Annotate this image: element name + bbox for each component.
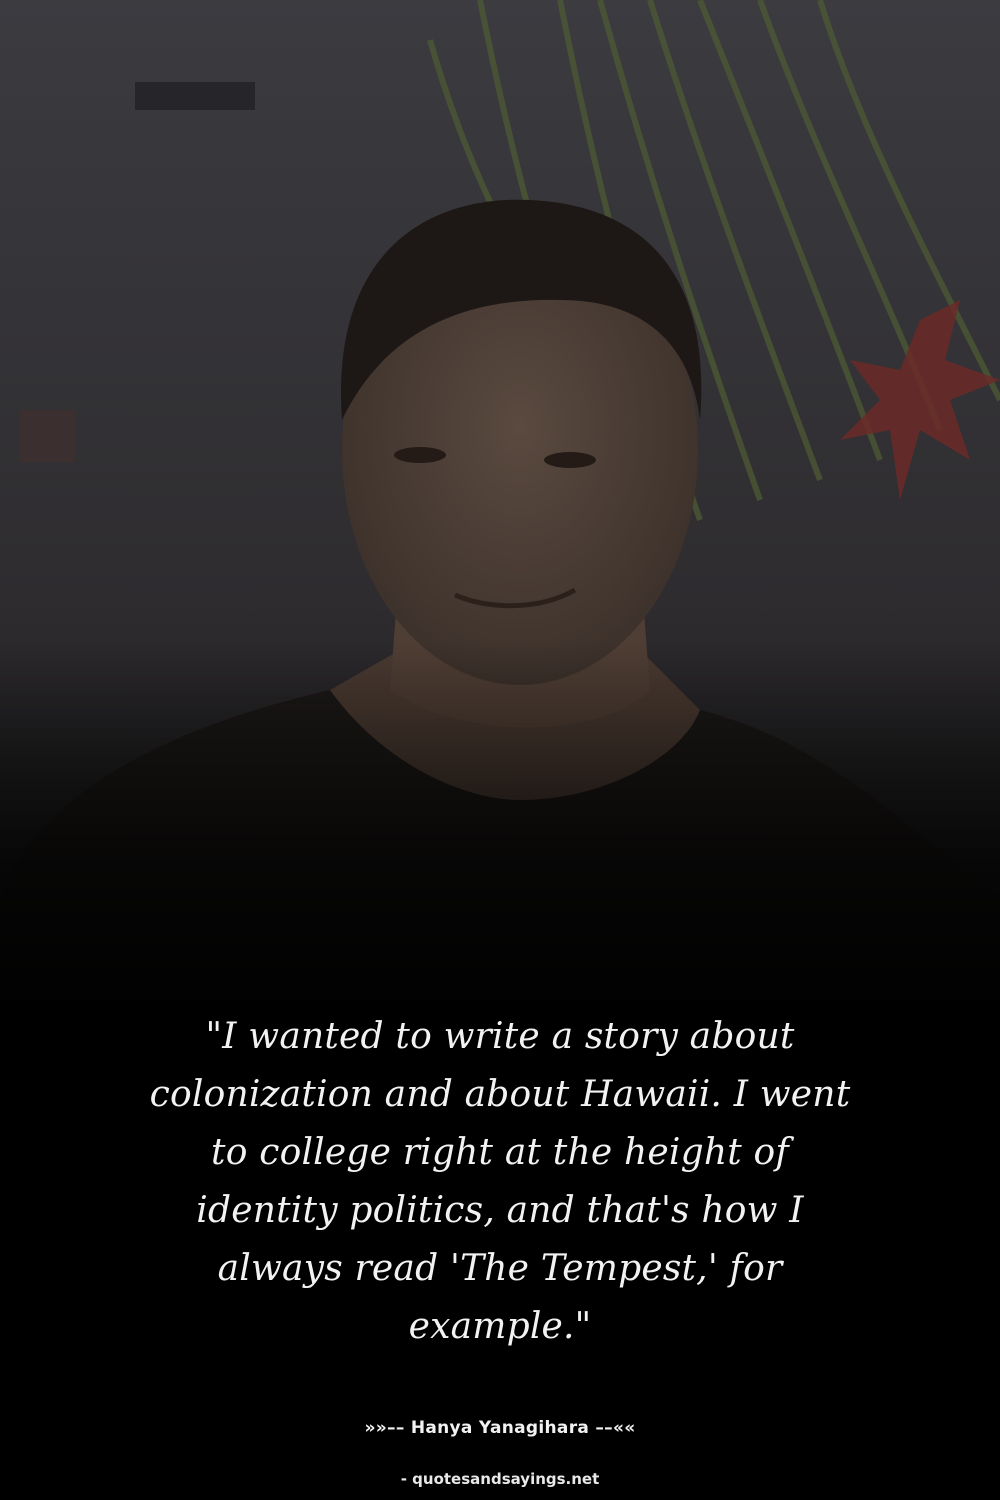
author-attribution: »»–– Hanya Yanagihara ––«« xyxy=(364,1418,636,1438)
quote-text: "I wanted to write a story about coloniz… xyxy=(149,1016,851,1347)
photo-fade-overlay xyxy=(0,640,1000,1040)
quote-card: "I wanted to write a story about coloniz… xyxy=(0,0,1000,1500)
source-link[interactable]: - quotesandsayings.net xyxy=(0,1470,1000,1488)
